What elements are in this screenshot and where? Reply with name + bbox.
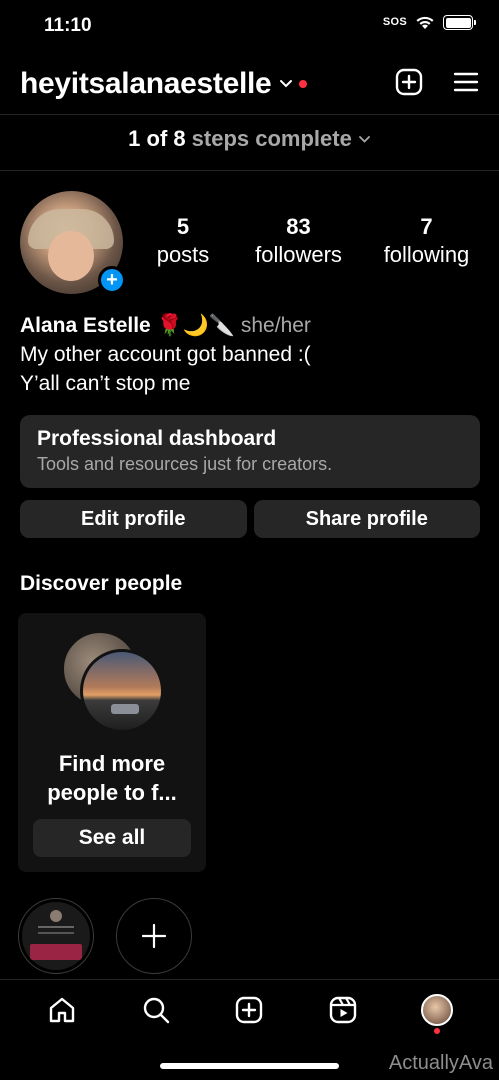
add-story-badge[interactable]: + — [98, 266, 126, 294]
status-indicators: SOS — [382, 15, 476, 30]
plus-icon — [141, 923, 167, 949]
stat-following[interactable]: 7 following — [374, 213, 479, 269]
tab-create[interactable] — [224, 985, 274, 1035]
discover-people-title: Discover people — [20, 572, 183, 595]
suggested-avatar-front — [80, 649, 164, 733]
tab-home[interactable] — [37, 985, 87, 1035]
edit-profile-button[interactable]: Edit profile — [20, 500, 247, 538]
profile-action-buttons: Edit profile Share profile — [20, 500, 480, 538]
profile-bio: Alana Estelle 🌹🌙🔪 she/her My other accou… — [20, 311, 480, 398]
stat-following-label: following — [383, 242, 470, 267]
bio-line-2: Y’all can’t stop me — [20, 372, 191, 395]
professional-dashboard-subtitle: Tools and resources just for creators. — [37, 454, 333, 474]
stat-posts[interactable]: 5 posts — [143, 213, 223, 269]
tab-search[interactable] — [131, 985, 181, 1035]
notification-dot — [434, 1028, 441, 1034]
chevron-down-icon — [358, 135, 370, 143]
home-indicator[interactable] — [160, 1063, 339, 1069]
header-divider — [0, 114, 499, 115]
tab-reels[interactable] — [318, 985, 368, 1035]
profile-avatar[interactable]: + — [20, 191, 126, 294]
new-highlight-button[interactable] — [116, 898, 192, 974]
notification-dot — [299, 80, 308, 88]
stat-followers-label: followers — [255, 242, 342, 267]
username-switcher[interactable]: heyitsalanaestelle — [20, 67, 272, 101]
steps-label: steps complete — [191, 126, 352, 151]
stat-posts-value: 5 — [176, 214, 190, 239]
status-bar: 11:10 SOS — [0, 0, 499, 55]
home-icon — [49, 997, 75, 1023]
share-profile-button[interactable]: Share profile — [253, 500, 480, 538]
stat-followers[interactable]: 83 followers — [244, 213, 354, 269]
name-emojis: 🌹🌙🔪 — [156, 314, 236, 337]
profile-header: heyitsalanaestelle — [20, 62, 479, 106]
bio-line-1: My other account got banned :( — [20, 343, 311, 366]
chevron-down-icon[interactable] — [279, 79, 293, 89]
stat-following-value: 7 — [420, 214, 433, 239]
professional-dashboard-card[interactable]: Professional dashboard Tools and resourc… — [20, 415, 480, 488]
professional-dashboard-title: Professional dashboard — [37, 427, 277, 450]
highlight-thumbnail — [22, 902, 90, 970]
discover-card-text: Find more people to f... — [18, 749, 206, 807]
bottom-tab-bar — [0, 980, 499, 1040]
pronouns: she/her — [240, 314, 311, 337]
steps-complete-toggle[interactable]: 1 of 8 steps complete — [0, 126, 499, 152]
search-icon — [143, 997, 169, 1024]
watermark: ActuallyAva — [388, 1052, 493, 1074]
wifi-icon — [416, 16, 434, 29]
story-highlight[interactable] — [18, 898, 94, 974]
discover-card-line-1: Find more — [58, 751, 166, 776]
create-icon — [236, 996, 263, 1024]
hamburger-menu-icon[interactable] — [453, 71, 479, 98]
stat-followers-value: 83 — [286, 214, 311, 239]
steps-progress: 1 of 8 — [128, 126, 186, 151]
stat-posts-label: posts — [156, 242, 210, 267]
status-time: 11:10 — [44, 15, 92, 36]
reels-icon — [330, 996, 357, 1024]
sos-indicator: SOS — [382, 16, 407, 28]
display-name: Alana Estelle — [20, 314, 151, 337]
tab-profile[interactable] — [412, 985, 462, 1035]
profile-avatar-icon — [421, 994, 454, 1026]
profile-stats: 5 posts 83 followers 7 following — [143, 213, 479, 269]
battery-icon — [443, 15, 476, 30]
plus-square-icon[interactable] — [395, 68, 423, 101]
see-all-button[interactable]: See all — [33, 819, 191, 857]
steps-divider — [0, 170, 499, 171]
discover-people-card[interactable]: Find more people to f... See all — [18, 613, 206, 872]
discover-card-line-2: people to f... — [47, 780, 177, 805]
